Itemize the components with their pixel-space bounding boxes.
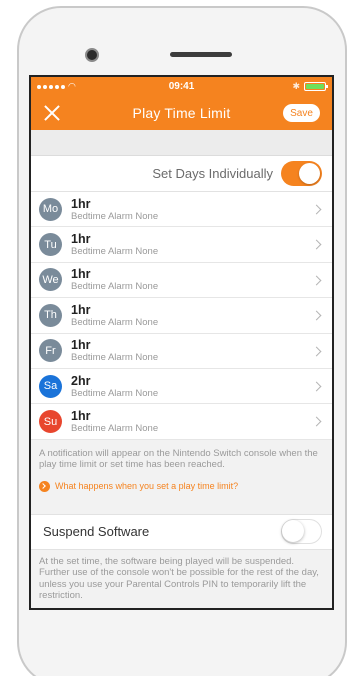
section-spacer bbox=[31, 130, 332, 156]
nav-bar: Play Time Limit Save bbox=[31, 96, 332, 130]
notification-notice: A notification will appear on the Ninten… bbox=[39, 447, 318, 471]
status-time: 09:41 bbox=[168, 81, 195, 92]
bluetooth-icon: ✱ bbox=[292, 81, 300, 91]
day-row-sunday[interactable]: Su 1hr Bedtime Alarm None bbox=[31, 404, 332, 440]
suspend-software-toggle[interactable] bbox=[281, 519, 322, 545]
page-title: Play Time Limit bbox=[132, 105, 231, 121]
day-alarm: Bedtime Alarm None bbox=[71, 423, 159, 435]
day-badge: Fr bbox=[39, 339, 62, 363]
speaker-grille bbox=[170, 52, 232, 57]
chevron-right-icon bbox=[311, 275, 322, 286]
set-days-individually-label: Set Days Individually bbox=[152, 166, 273, 181]
chevron-right-icon bbox=[311, 381, 322, 392]
day-text: 1hr Bedtime Alarm None bbox=[71, 303, 158, 328]
chevron-right-icon bbox=[311, 239, 322, 250]
signal-wifi-group: ◠ bbox=[37, 81, 76, 92]
save-button[interactable]: Save bbox=[283, 104, 320, 122]
signal-icon bbox=[37, 84, 65, 89]
day-limit: 1hr bbox=[71, 302, 91, 317]
day-row-thursday[interactable]: Th 1hr Bedtime Alarm None bbox=[31, 298, 332, 334]
chevron-right-icon bbox=[311, 310, 322, 321]
status-right-group: ✱ bbox=[292, 81, 328, 92]
day-badge: We bbox=[39, 268, 62, 292]
wifi-icon: ◠ bbox=[68, 81, 76, 91]
set-days-individually-row: Set Days Individually bbox=[31, 156, 332, 192]
day-alarm: Bedtime Alarm None bbox=[71, 281, 159, 293]
day-row-wednesday[interactable]: We 1hr Bedtime Alarm None bbox=[31, 263, 332, 299]
day-alarm: Bedtime Alarm None bbox=[71, 246, 159, 258]
day-text: 2hr Bedtime Alarm None bbox=[71, 374, 158, 399]
app-screen: ◠ 09:41 ✱ Play Time Limit Save Set Days … bbox=[29, 75, 334, 610]
day-alarm: Bedtime Alarm None bbox=[71, 387, 159, 399]
day-badge: Th bbox=[39, 303, 62, 327]
set-days-individually-toggle[interactable] bbox=[281, 161, 322, 186]
arrow-circle-icon bbox=[39, 480, 50, 492]
day-limit: 2hr bbox=[71, 373, 91, 388]
day-limit: 1hr bbox=[71, 267, 91, 282]
close-icon[interactable] bbox=[41, 102, 63, 124]
day-list: Mo 1hr Bedtime Alarm None Tu 1hr Bedtime… bbox=[31, 192, 332, 440]
play-time-help-link[interactable]: What happens when you set a play time li… bbox=[31, 471, 332, 492]
day-row-saturday[interactable]: Sa 2hr Bedtime Alarm None bbox=[31, 369, 332, 405]
day-badge: Su bbox=[39, 410, 62, 434]
day-badge: Tu bbox=[39, 233, 62, 257]
day-text: 1hr Bedtime Alarm None bbox=[71, 197, 158, 222]
day-text: 1hr Bedtime Alarm None bbox=[71, 267, 158, 292]
day-text: 1hr Bedtime Alarm None bbox=[71, 232, 158, 257]
day-badge: Sa bbox=[39, 374, 62, 398]
help-link-text: What happens when you set a play time li… bbox=[55, 481, 239, 492]
day-row-tuesday[interactable]: Tu 1hr Bedtime Alarm None bbox=[31, 227, 332, 263]
day-badge: Mo bbox=[39, 197, 62, 221]
battery-icon bbox=[304, 82, 328, 91]
day-limit: 1hr bbox=[71, 196, 91, 211]
day-row-friday[interactable]: Fr 1hr Bedtime Alarm None bbox=[31, 334, 332, 369]
toggle-knob bbox=[282, 520, 304, 543]
status-bar: ◠ 09:41 ✱ bbox=[31, 77, 332, 96]
day-alarm: Bedtime Alarm None bbox=[71, 210, 159, 222]
day-text: 1hr Bedtime Alarm None bbox=[71, 338, 158, 363]
day-row-monday[interactable]: Mo 1hr Bedtime Alarm None bbox=[31, 192, 332, 228]
toggle-knob bbox=[299, 163, 320, 184]
chevron-right-icon bbox=[311, 416, 322, 427]
day-limit: 1hr bbox=[71, 409, 91, 424]
chevron-right-icon bbox=[311, 346, 322, 357]
day-text: 1hr Bedtime Alarm None bbox=[71, 409, 158, 434]
day-limit: 1hr bbox=[71, 232, 91, 247]
day-alarm: Bedtime Alarm None bbox=[71, 352, 159, 364]
camera-icon bbox=[85, 48, 99, 62]
day-alarm: Bedtime Alarm None bbox=[71, 316, 159, 328]
day-limit: 1hr bbox=[71, 338, 91, 353]
suspend-software-notice: At the set time, the software being play… bbox=[39, 555, 319, 602]
suspend-software-row: Suspend Software bbox=[31, 513, 332, 550]
suspend-software-label: Suspend Software bbox=[43, 524, 150, 540]
chevron-right-icon bbox=[311, 204, 322, 215]
